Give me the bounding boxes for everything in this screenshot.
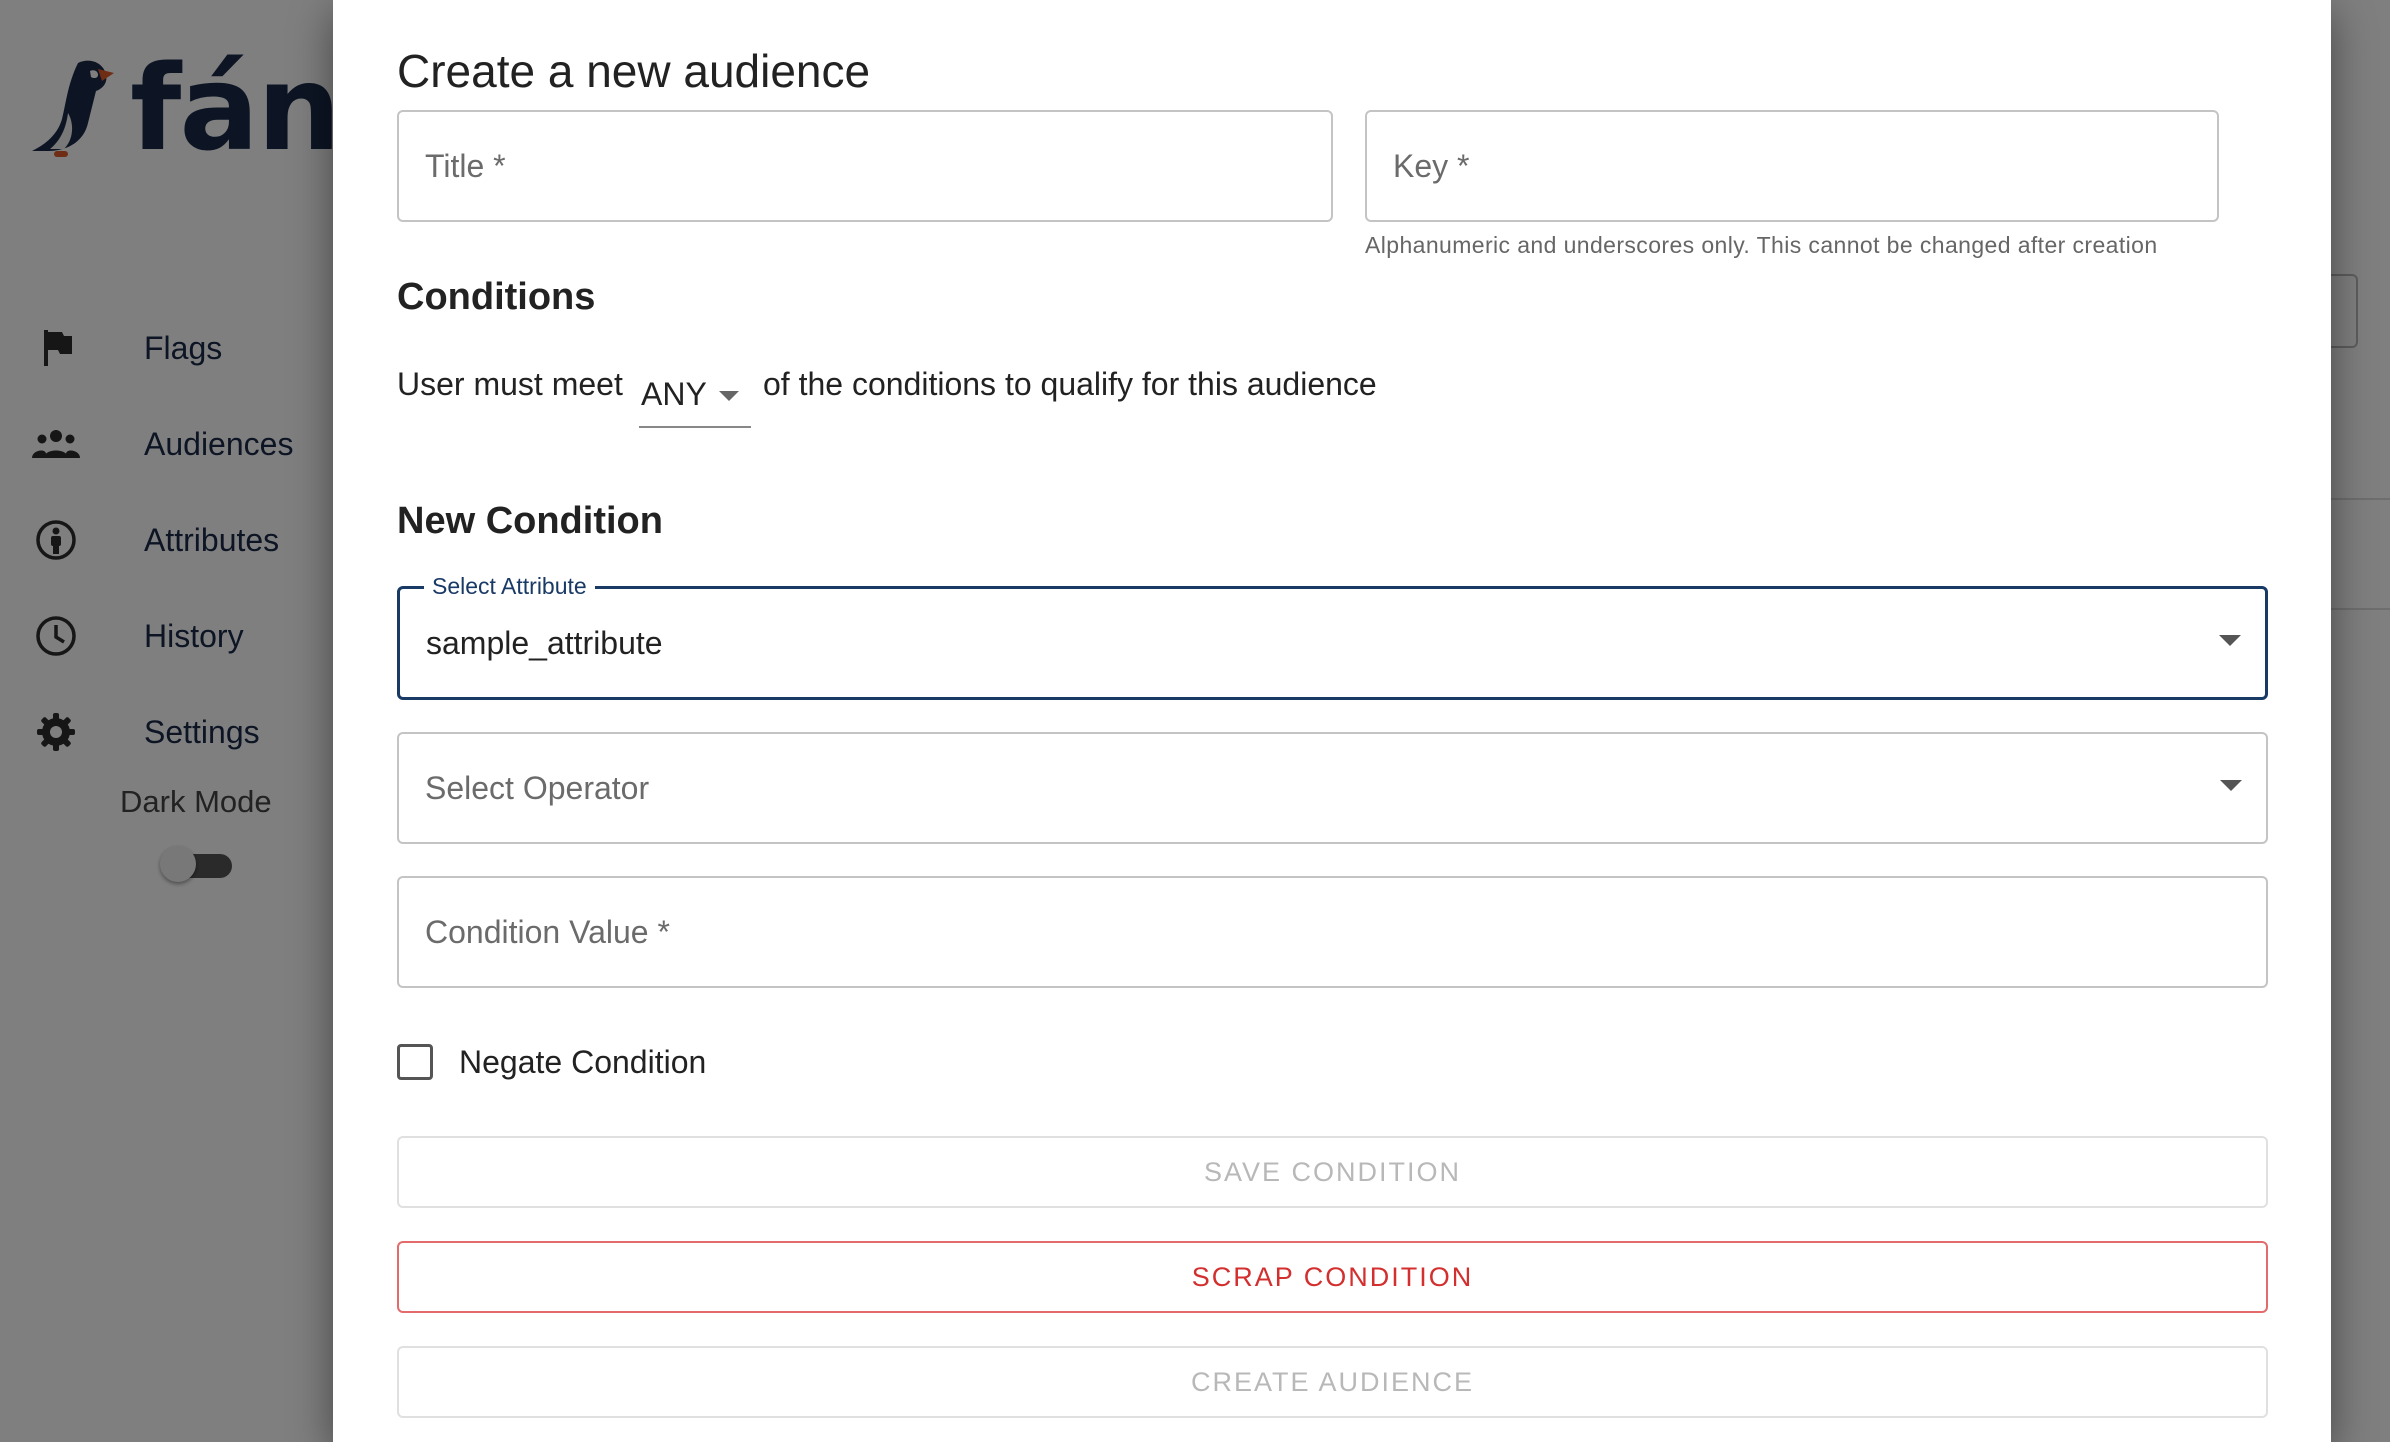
match-mode-value: ANY [641,376,707,412]
key-field[interactable]: Key * [1365,110,2219,222]
attribute-select-value: sample_attribute [426,624,663,661]
match-prefix-text: User must meet [397,366,623,402]
key-placeholder: Key * [1393,147,1470,184]
condition-value-field[interactable]: Condition Value * [397,876,2268,988]
dialog-title: Create a new audience [397,45,871,97]
title-field[interactable]: Title * [397,110,1333,222]
new-condition-heading: New Condition [397,500,663,542]
caret-down-icon [719,390,739,408]
negate-condition-checkbox[interactable] [397,1044,433,1080]
create-audience-button[interactable]: CREATE AUDIENCE [397,1346,2268,1418]
key-helper-text: Alphanumeric and underscores only. This … [1365,232,2158,258]
caret-down-icon [2220,779,2242,797]
attribute-select[interactable]: Select Attribute sample_attribute [397,573,2268,700]
match-mode-select[interactable]: ANY [639,370,751,428]
operator-placeholder: Select Operator [425,769,650,806]
condition-value-placeholder: Condition Value * [425,913,670,950]
conditions-heading: Conditions [397,276,596,318]
negate-condition-label[interactable]: Negate Condition [459,1044,706,1081]
scrap-condition-button[interactable]: SCRAP CONDITION [397,1241,2268,1313]
title-placeholder: Title * [425,147,506,184]
operator-select[interactable]: Select Operator [397,732,2268,844]
save-condition-button[interactable]: SAVE CONDITION [397,1136,2268,1208]
attribute-select-label: Select Attribute [424,573,595,600]
match-suffix-text: of the conditions to qualify for this au… [763,366,1377,402]
create-audience-dialog: Create a new audience Title * Key * Alph… [333,0,2331,1442]
caret-down-icon [2219,634,2241,652]
